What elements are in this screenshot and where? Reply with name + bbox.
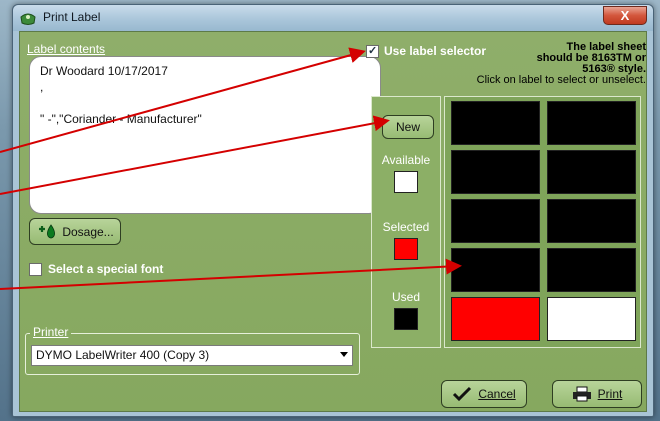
available-swatch [394, 171, 418, 193]
label-cell-used[interactable] [451, 101, 540, 145]
special-font-label: Select a special font [48, 262, 164, 276]
dropdown-arrow-icon[interactable] [340, 352, 348, 357]
use-label-selector-checkbox[interactable] [366, 44, 379, 58]
cancel-button-label: Cancel [478, 387, 516, 401]
label-contents-textarea[interactable]: Dr Woodard 10/17/2017, " -","Coriander - … [29, 56, 381, 214]
label-cell-used[interactable] [547, 101, 636, 145]
window-title: Print Label [43, 10, 101, 24]
print-label-dialog: Print Label X Label contents Dr Woodard … [12, 4, 654, 417]
used-legend-label: Used [391, 290, 420, 304]
selected-swatch [394, 238, 418, 260]
label-cell-selected[interactable] [451, 297, 540, 341]
label-content-line: , [40, 80, 44, 94]
label-content-line: " -","Coriander - Manufacturer" [40, 112, 202, 126]
label-cell-used[interactable] [547, 150, 636, 194]
new-button[interactable]: New [382, 115, 434, 139]
selected-legend-label: Selected [382, 220, 430, 234]
printer-icon [572, 386, 591, 402]
printer-dropdown[interactable]: DYMO LabelWriter 400 (Copy 3) [31, 345, 353, 366]
printer-caption: Printer [30, 325, 72, 339]
label-contents-caption: Label contents [27, 42, 106, 56]
label-cell-used[interactable] [451, 150, 540, 194]
print-button[interactable]: Print [552, 380, 642, 408]
label-sheet-note: The label sheet should be 8163TM or 5163… [438, 42, 646, 86]
label-cell-available[interactable] [547, 297, 636, 341]
special-font-checkbox[interactable] [29, 262, 42, 276]
sheet-note-line: Click on label to select or unselect. [476, 74, 646, 86]
printer-selected-value: DYMO LabelWriter 400 (Copy 3) [36, 348, 210, 362]
used-swatch [394, 308, 418, 330]
available-legend-label: Available [381, 153, 431, 167]
label-content-line [40, 95, 370, 111]
dosage-button-label: Dosage... [62, 224, 114, 239]
dispenser-app-icon [20, 13, 36, 25]
label-content-line: Dr Woodard 10/17/2017 [40, 64, 168, 78]
checkmark-icon [453, 386, 472, 402]
cancel-button[interactable]: Cancel [441, 380, 527, 408]
dialog-body: Label contents Dr Woodard 10/17/2017, " -… [19, 31, 647, 412]
dosage-button[interactable]: Dosage... [29, 218, 121, 245]
dosage-drop-icon [39, 223, 56, 238]
label-cell-used[interactable] [451, 248, 540, 292]
close-button[interactable]: X [603, 6, 647, 25]
label-cell-used[interactable] [547, 199, 636, 243]
label-sheet-grid [444, 96, 641, 348]
label-cell-used[interactable] [451, 199, 540, 243]
special-font-option[interactable]: Select a special font [29, 262, 163, 276]
title-bar[interactable]: Print Label X [13, 5, 653, 31]
print-button-label: Print [597, 387, 623, 401]
label-cell-used[interactable] [547, 248, 636, 292]
